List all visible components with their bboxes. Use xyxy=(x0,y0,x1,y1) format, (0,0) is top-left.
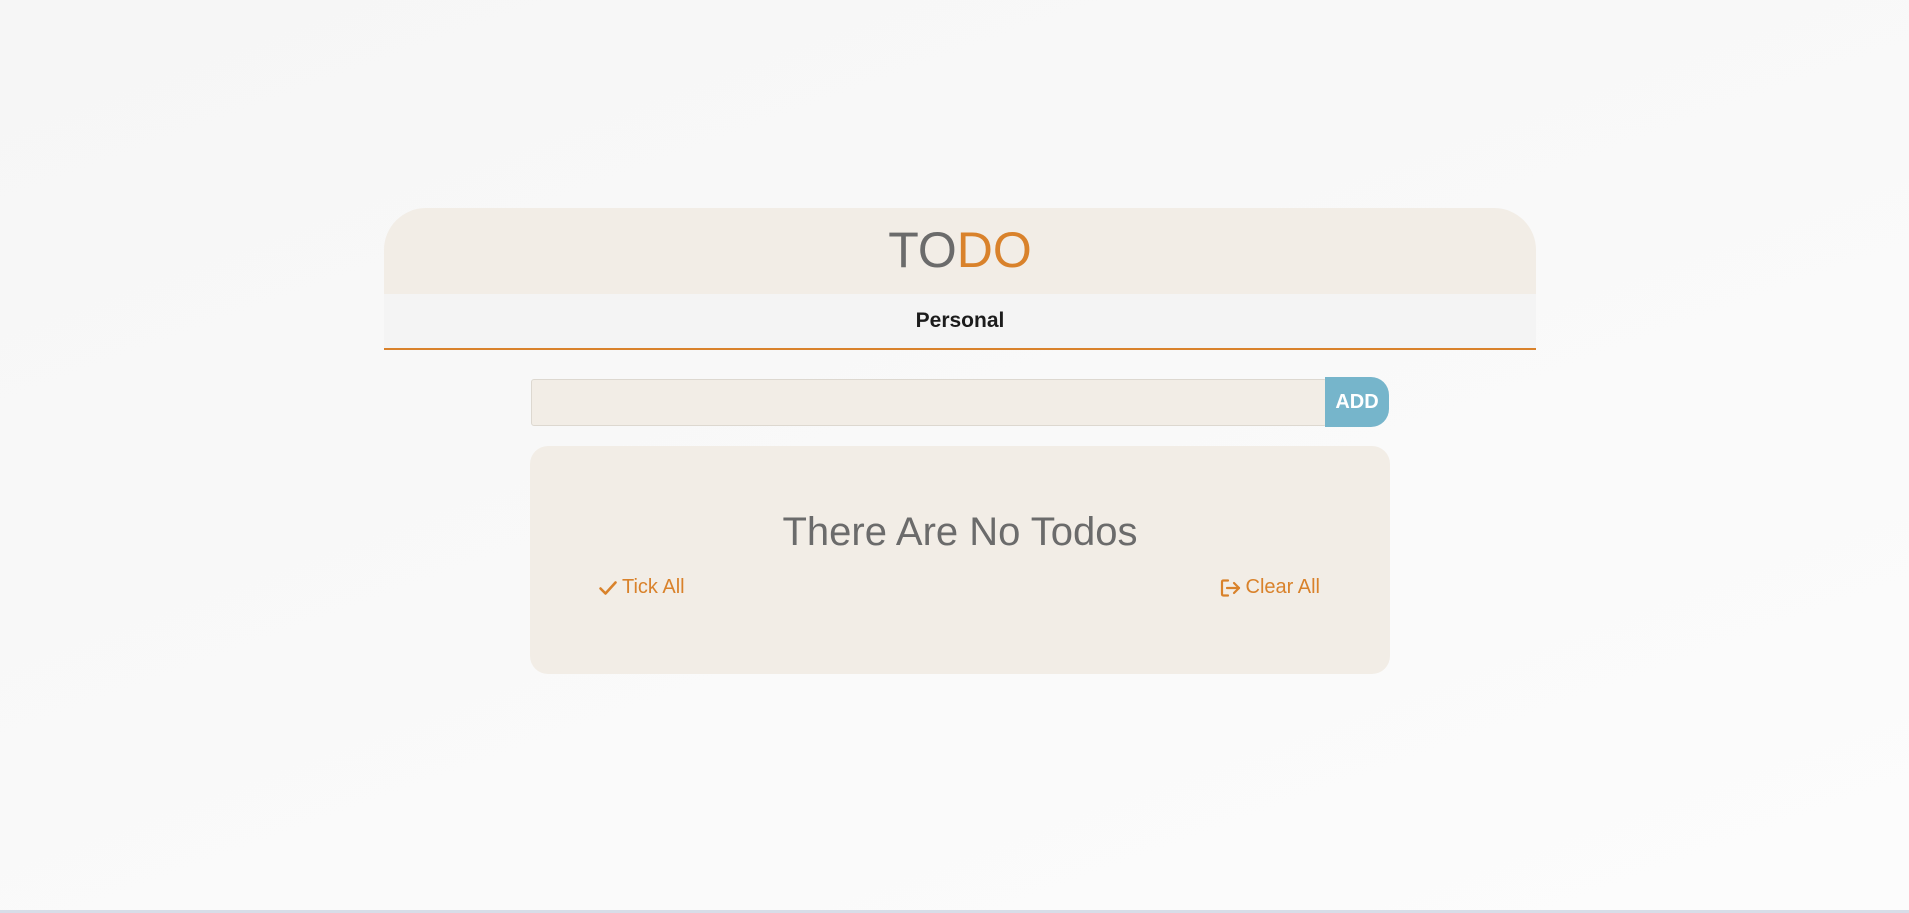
app-header: TODO xyxy=(384,208,1536,294)
empty-message: There Are No Todos xyxy=(782,510,1138,554)
sign-out-icon xyxy=(1220,578,1242,598)
tick-all-button[interactable]: Tick All xyxy=(598,576,685,599)
tab-personal[interactable]: Personal xyxy=(916,309,1005,333)
logo-to: TO xyxy=(888,222,957,278)
tick-all-label: Tick All xyxy=(622,576,685,598)
add-button[interactable]: ADD xyxy=(1325,377,1389,427)
check-icon xyxy=(598,578,618,598)
app-logo: TODO xyxy=(888,225,1032,275)
add-todo-form: ADD xyxy=(531,377,1389,427)
todo-input[interactable] xyxy=(531,378,1327,426)
tab-bar: Personal xyxy=(384,294,1536,350)
clear-all-button[interactable]: Clear All xyxy=(1220,576,1320,599)
clear-all-label: Clear All xyxy=(1245,576,1320,598)
logo-do: DO xyxy=(956,222,1032,278)
todo-list-panel: There Are No Todos Tick All Clear All xyxy=(530,446,1390,674)
todo-app: TODO Personal ADD There Are No Todos Tic… xyxy=(384,208,1536,674)
